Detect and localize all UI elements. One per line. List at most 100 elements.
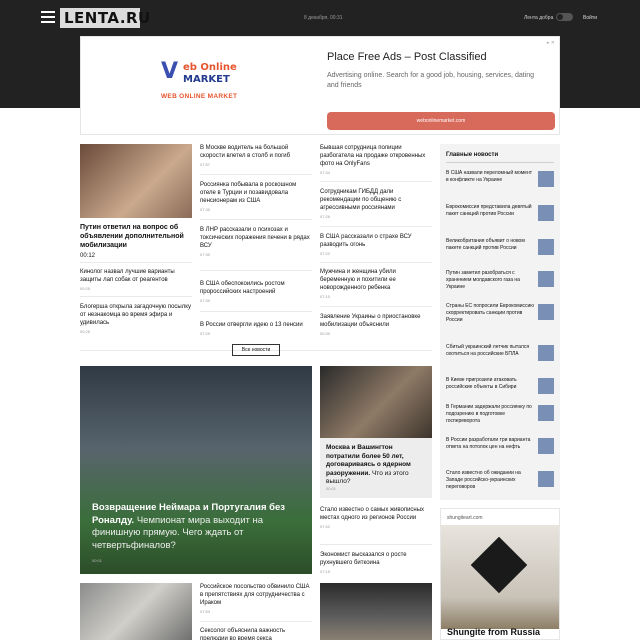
news-time: 07:15	[320, 569, 331, 574]
list-item[interactable]: Бывшая сотрудница полиции разбогатела на…	[320, 144, 432, 177]
news-time: 00:25	[80, 286, 91, 291]
news-time: 07:53	[200, 609, 211, 614]
divider	[200, 174, 312, 175]
ad-choices-icon[interactable]: ▸ ✕	[547, 40, 555, 46]
sidebar-news-thumb[interactable]	[538, 471, 554, 487]
news-title: В России отвергли идею о 13 пенсии	[200, 322, 303, 328]
sidebar-news-item[interactable]: В США назвали переломный момент в конфли…	[446, 170, 536, 184]
sidebar-news-thumb[interactable]	[538, 345, 554, 361]
news-time: 07:26	[320, 214, 331, 219]
divider	[80, 262, 192, 263]
sidebar-news-thumb[interactable]	[538, 405, 554, 421]
list-item[interactable]: Сотрудникам ГИБДД дали рекомендации по о…	[320, 188, 432, 221]
news-time: 07:10	[320, 294, 331, 299]
login-link[interactable]: Войти	[583, 15, 597, 21]
news-time: 07:57	[200, 162, 211, 167]
ad-visit-button[interactable]: webonlinemarket.com	[327, 112, 555, 130]
sidebar-news-thumb[interactable]	[538, 271, 554, 287]
mid-story-title: Москва и Вашингтон потратили более 50 ле…	[326, 444, 426, 487]
list-item[interactable]: Заявление Украины о приостановке мобилиз…	[320, 313, 432, 338]
news-title: Заявление Украины о приостановке мобилиз…	[320, 314, 421, 328]
list-item[interactable]: Экономист высказался о росте рухнувшего …	[320, 551, 432, 576]
toggle-knob	[557, 14, 563, 20]
lead-story-image[interactable]	[80, 144, 192, 218]
sidebar-news-item[interactable]: Путин заметил разобраться с хранением мо…	[446, 270, 536, 291]
list-item[interactable]: Кинолог назвал лучшие варианты защиты ла…	[80, 268, 192, 293]
ad-banner-top[interactable]: ▸ ✕ V eb Online MARKET WEB ONLINE MARKET…	[80, 36, 560, 135]
list-item[interactable]: В Москве водитель на большой скорости вл…	[200, 144, 312, 169]
news-title: Сексолог объяснила важность прелюдии во …	[200, 628, 286, 640]
mid-story-image[interactable]	[320, 366, 432, 438]
current-date: 8 декабря, 00:31	[304, 15, 343, 21]
feature-story-title[interactable]: Возвращение Неймара и Португалия без Рон…	[92, 502, 297, 552]
divider	[320, 181, 432, 182]
shungite-star-icon	[470, 536, 528, 594]
list-item[interactable]: В России отвергли идею о 13 пенсии 07:29	[200, 321, 312, 338]
sidebar-news-thumb[interactable]	[538, 304, 554, 320]
divider	[446, 162, 554, 163]
divider	[320, 306, 432, 307]
news-title: В США обеспокоились ростом пророссийских…	[200, 281, 285, 295]
news-time: 07:30	[200, 207, 211, 212]
news-time: 00:30	[320, 331, 331, 336]
news-time: 07:22	[320, 251, 331, 256]
list-item[interactable]: В ЛНР рассказали о психозах и токсически…	[200, 226, 312, 259]
sidebar-news-thumb[interactable]	[538, 378, 554, 394]
ad-domain: shungiteart.com	[447, 515, 483, 521]
divider	[320, 544, 432, 545]
ad-title[interactable]: Place Free Ads – Post Classified	[327, 51, 487, 63]
ad-tagline: WEB ONLINE MARKET	[161, 93, 238, 100]
ad-banner-side[interactable]: shungiteart.com Shungite from Russia	[440, 508, 560, 640]
divider	[320, 226, 432, 227]
divider	[320, 262, 432, 263]
list-item[interactable]: Стало известно о самых живописных местах…	[320, 506, 432, 531]
news-time: 07:42	[320, 524, 331, 529]
lower-mid-image[interactable]	[320, 583, 432, 640]
sidebar-news-item[interactable]: В Германии задержали россиянку по подозр…	[446, 404, 536, 425]
lead-story-time: 00:12	[80, 253, 96, 259]
list-item[interactable]: Россиянка побывала в роскошном отеле в Т…	[200, 181, 312, 214]
news-title: Блогерша открыла загадочную посылку от н…	[80, 304, 191, 326]
sidebar-news-item[interactable]: В Киеве пригрозили атаковать российские …	[446, 377, 536, 391]
mid-story-card[interactable]: Москва и Вашингтон потратили более 50 ле…	[320, 438, 432, 498]
list-item[interactable]: Блогерша открыла загадочную посылку от н…	[80, 303, 192, 336]
sidebar-title: Главные новости	[446, 152, 499, 158]
divider	[200, 621, 312, 622]
news-time: 07:34	[320, 170, 331, 175]
lower-left-image[interactable]	[80, 583, 192, 640]
sidebar-news-thumb[interactable]	[538, 205, 554, 221]
divider	[80, 296, 192, 297]
sidebar-news-thumb[interactable]	[538, 239, 554, 255]
sidebar-news-thumb[interactable]	[538, 438, 554, 454]
sidebar-news-thumb[interactable]	[538, 171, 554, 187]
good-feed-toggle[interactable]	[556, 13, 573, 21]
ad-logo-line2: MARKET	[183, 74, 230, 85]
site-logo[interactable]: LENTA.RU	[60, 8, 150, 28]
news-time: 07:29	[200, 331, 211, 336]
sidebar-news-item[interactable]: Страны ЕС попросили Еврокомиссию скоррек…	[446, 303, 536, 324]
good-feed-label: Лента добра	[524, 15, 554, 21]
ad-description: Advertising online. Search for a good jo…	[327, 72, 535, 89]
news-title: Российское посольство обвинило США в пре…	[200, 584, 310, 606]
list-item[interactable]: Мужчина и женщина убили беременную и пох…	[320, 268, 432, 301]
sidebar-news-item[interactable]: Великобритания объявит о новом пакете са…	[446, 238, 536, 252]
list-item[interactable]: Сексолог объяснила важность прелюдии во …	[200, 627, 312, 640]
news-title: В США рассказали о страхе ВСУ разводить …	[320, 234, 412, 248]
lead-story-title[interactable]: Путин ответил на вопрос об объявлении до…	[80, 223, 192, 250]
sidebar-news-item[interactable]: Сбитый украинский летчик пытался охотить…	[446, 344, 536, 358]
sidebar-news-item[interactable]: Стало известно об ожидании на Западе рос…	[446, 470, 536, 491]
ad-side-title[interactable]: Shungite from Russia	[447, 627, 540, 637]
divider	[200, 311, 312, 312]
list-item[interactable]: Российское посольство обвинило США в пре…	[200, 583, 312, 616]
menu-icon[interactable]	[41, 11, 55, 23]
news-title: Россиянка побывала в роскошном отеле в Т…	[200, 182, 297, 204]
divider	[200, 270, 312, 271]
all-news-button[interactable]: Все новости	[232, 344, 280, 356]
news-title: Стало известно о самых живописных местах…	[320, 507, 425, 521]
sidebar-news-item[interactable]: Еврокомиссия представила девятый пакет с…	[446, 204, 536, 218]
news-title: Сотрудникам ГИБДД дали рекомендации по о…	[320, 189, 402, 211]
news-title: Кинолог назвал лучшие варианты защиты ла…	[80, 269, 175, 283]
sidebar-news-item[interactable]: В России разработали три варианта ответа…	[446, 437, 536, 451]
list-item[interactable]: В США рассказали о страхе ВСУ разводить …	[320, 233, 432, 258]
list-item[interactable]: В США обеспокоились ростом пророссийских…	[200, 280, 312, 305]
